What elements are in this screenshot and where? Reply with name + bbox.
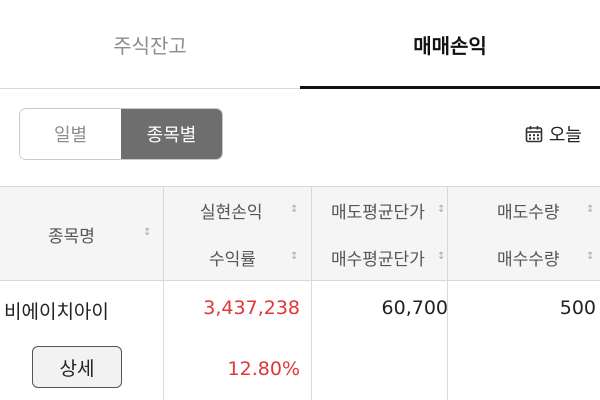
column-divider: [447, 186, 448, 400]
date-label: 오늘: [548, 125, 582, 146]
header-buy-qty[interactable]: 매수수량: [497, 245, 560, 270]
sort-icon[interactable]: ↕: [437, 205, 445, 215]
stock-name: 비에이치아이: [4, 301, 109, 323]
calendar-icon: [525, 125, 543, 143]
return-rate-value: 12.80%: [227, 358, 300, 380]
table-header-divider: [0, 280, 600, 281]
segment-by-stock[interactable]: 종목별: [121, 109, 222, 159]
view-mode-toggle: 일별 종목별: [19, 108, 223, 160]
sort-icon[interactable]: ↕: [290, 252, 298, 262]
table-top-border: [0, 186, 600, 187]
header-stock-name[interactable]: 종목명: [48, 222, 95, 247]
sell-avg-price-value: 60,700: [381, 297, 448, 319]
sell-qty-value: 500: [559, 297, 596, 319]
sort-icon[interactable]: ↕: [586, 252, 594, 262]
top-tab-bar: 주식잔고 매매손익: [0, 0, 600, 89]
header-return-rate[interactable]: 수익률: [209, 245, 256, 270]
column-divider: [311, 186, 312, 400]
sort-icon[interactable]: ↕: [437, 252, 445, 262]
column-divider: [163, 186, 164, 400]
header-sell-qty[interactable]: 매도수량: [497, 198, 560, 223]
sort-icon[interactable]: ↕: [290, 205, 298, 215]
detail-button[interactable]: 상세: [32, 346, 122, 388]
sort-icon[interactable]: ↕: [143, 228, 151, 238]
sort-icon[interactable]: ↕: [586, 205, 594, 215]
tab-trading-profit[interactable]: 매매손익: [300, 0, 600, 89]
header-buy-avg-price[interactable]: 매수평균단가: [331, 245, 425, 270]
tab-stock-balance[interactable]: 주식잔고: [0, 0, 300, 88]
date-picker-button[interactable]: 오늘: [525, 116, 582, 152]
header-realized-pl[interactable]: 실현손익: [200, 198, 263, 223]
segment-daily[interactable]: 일별: [20, 109, 121, 159]
header-sell-avg-price[interactable]: 매도평균단가: [331, 198, 425, 223]
realized-pl-value: 3,437,238: [203, 297, 300, 319]
